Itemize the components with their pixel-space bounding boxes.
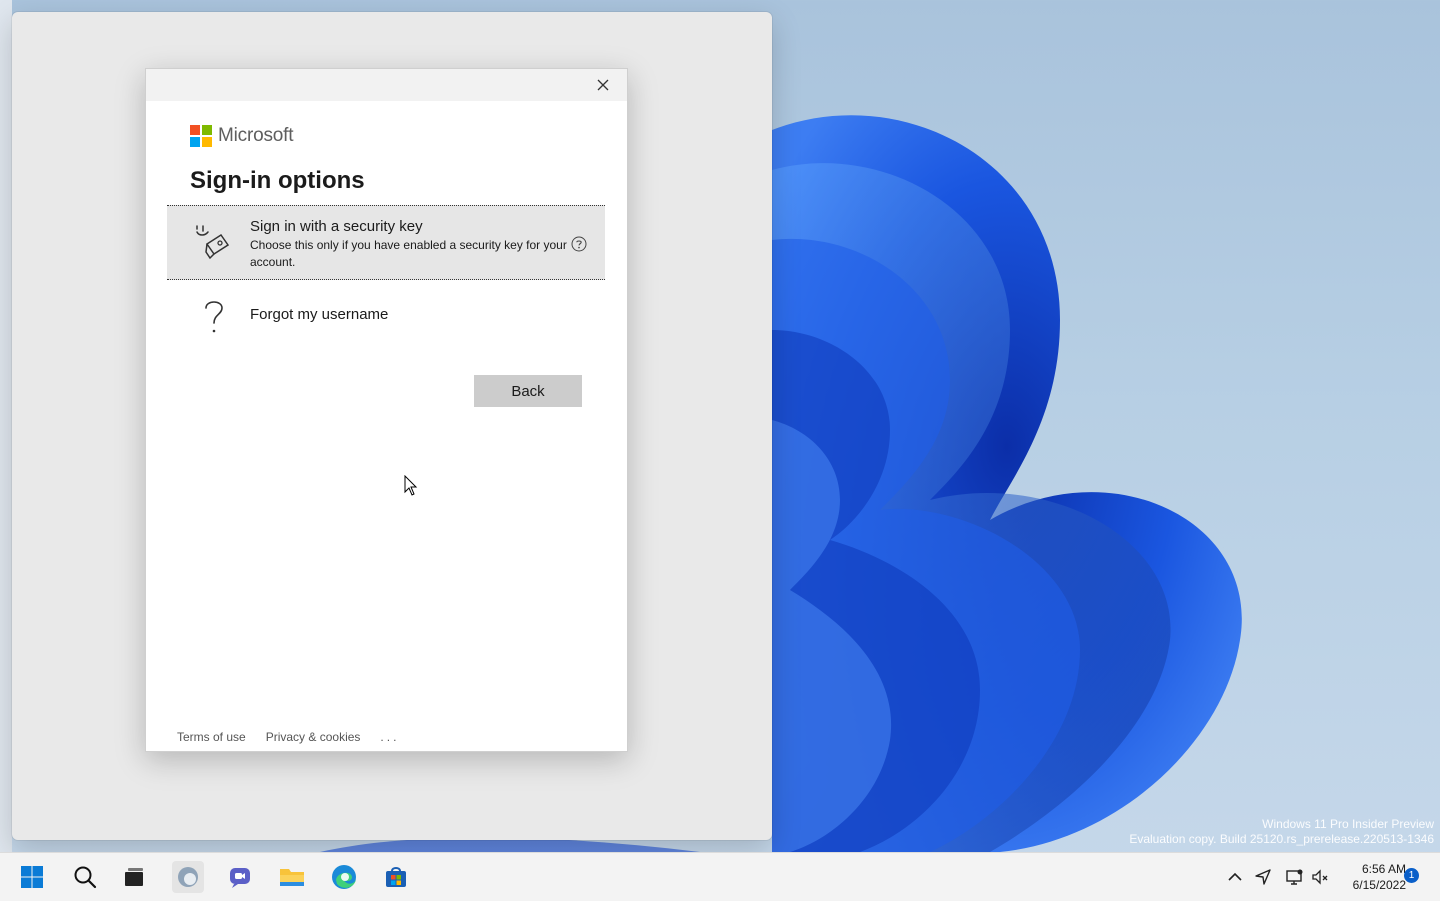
back-button[interactable]: Back <box>474 375 582 407</box>
microsoft-logo-icon <box>190 125 212 147</box>
page-title: Sign-in options <box>190 167 365 194</box>
file-explorer-icon <box>280 869 304 886</box>
chat-icon <box>230 868 250 888</box>
search-button[interactable] <box>69 861 101 893</box>
chevron-up-icon[interactable] <box>1226 868 1244 886</box>
security-key-icon <box>196 225 230 260</box>
start-button[interactable] <box>16 861 48 893</box>
question-mark-icon <box>205 301 223 333</box>
notification-badge[interactable]: 1 <box>1404 868 1419 883</box>
watermark-edition: Windows 11 Pro Insider Preview <box>1262 817 1434 831</box>
task-view-button[interactable] <box>118 861 150 893</box>
microsoft-wordmark: Microsoft <box>218 125 294 146</box>
close-button[interactable] <box>589 73 617 97</box>
edge-button[interactable] <box>328 861 360 893</box>
task-view-icon <box>125 868 143 886</box>
location-icon[interactable] <box>1254 868 1272 886</box>
clock-time: 6:56 AM <box>1361 862 1406 876</box>
store-button[interactable] <box>380 861 412 893</box>
volume-icon[interactable] <box>1311 868 1329 886</box>
clock-date: 6/15/2022 <box>1352 878 1406 892</box>
forgot-username-label: Forgot my username <box>250 306 389 323</box>
chat-button[interactable] <box>224 861 256 893</box>
clock[interactable]: 6:56 AM 6/15/2022 <box>1334 861 1406 893</box>
edge-icon <box>332 865 356 889</box>
more-options-link[interactable]: ... <box>380 730 399 744</box>
dialog-footer: Terms of use Privacy & cookies ... <box>177 730 399 744</box>
windows-watermark: Windows 11 Pro Insider Preview Evaluatio… <box>1129 817 1434 847</box>
widgets-icon <box>178 867 198 887</box>
security-key-description: Choose this only if you have enabled a s… <box>250 238 567 269</box>
start-icon <box>21 866 43 888</box>
help-icon[interactable] <box>571 236 587 252</box>
terms-of-use-link[interactable]: Terms of use <box>177 730 246 744</box>
mouse-cursor-icon <box>404 475 418 496</box>
taskbar: 6:56 AM 6/15/2022 <box>0 852 1440 901</box>
search-icon <box>74 866 97 889</box>
dialog-titlebar <box>146 69 627 101</box>
network-icon[interactable] <box>1285 868 1303 886</box>
background-window-edge <box>0 0 12 852</box>
sign-in-dialog: Microsoft Sign-in options Sign in with a… <box>145 68 628 752</box>
file-explorer-button[interactable] <box>276 861 308 893</box>
security-key-title: Sign in with a security key <box>250 218 423 235</box>
close-icon <box>597 79 609 91</box>
widgets-button[interactable] <box>172 861 204 893</box>
privacy-cookies-link[interactable]: Privacy & cookies <box>266 730 361 744</box>
store-icon <box>386 867 406 887</box>
forgot-username-option[interactable]: Forgot my username <box>167 291 605 341</box>
microsoft-logo: Microsoft <box>190 125 293 147</box>
security-key-option[interactable]: Sign in with a security key Choose this … <box>167 205 605 280</box>
watermark-build: Evaluation copy. Build 25120.rs_prerelea… <box>1129 832 1434 846</box>
